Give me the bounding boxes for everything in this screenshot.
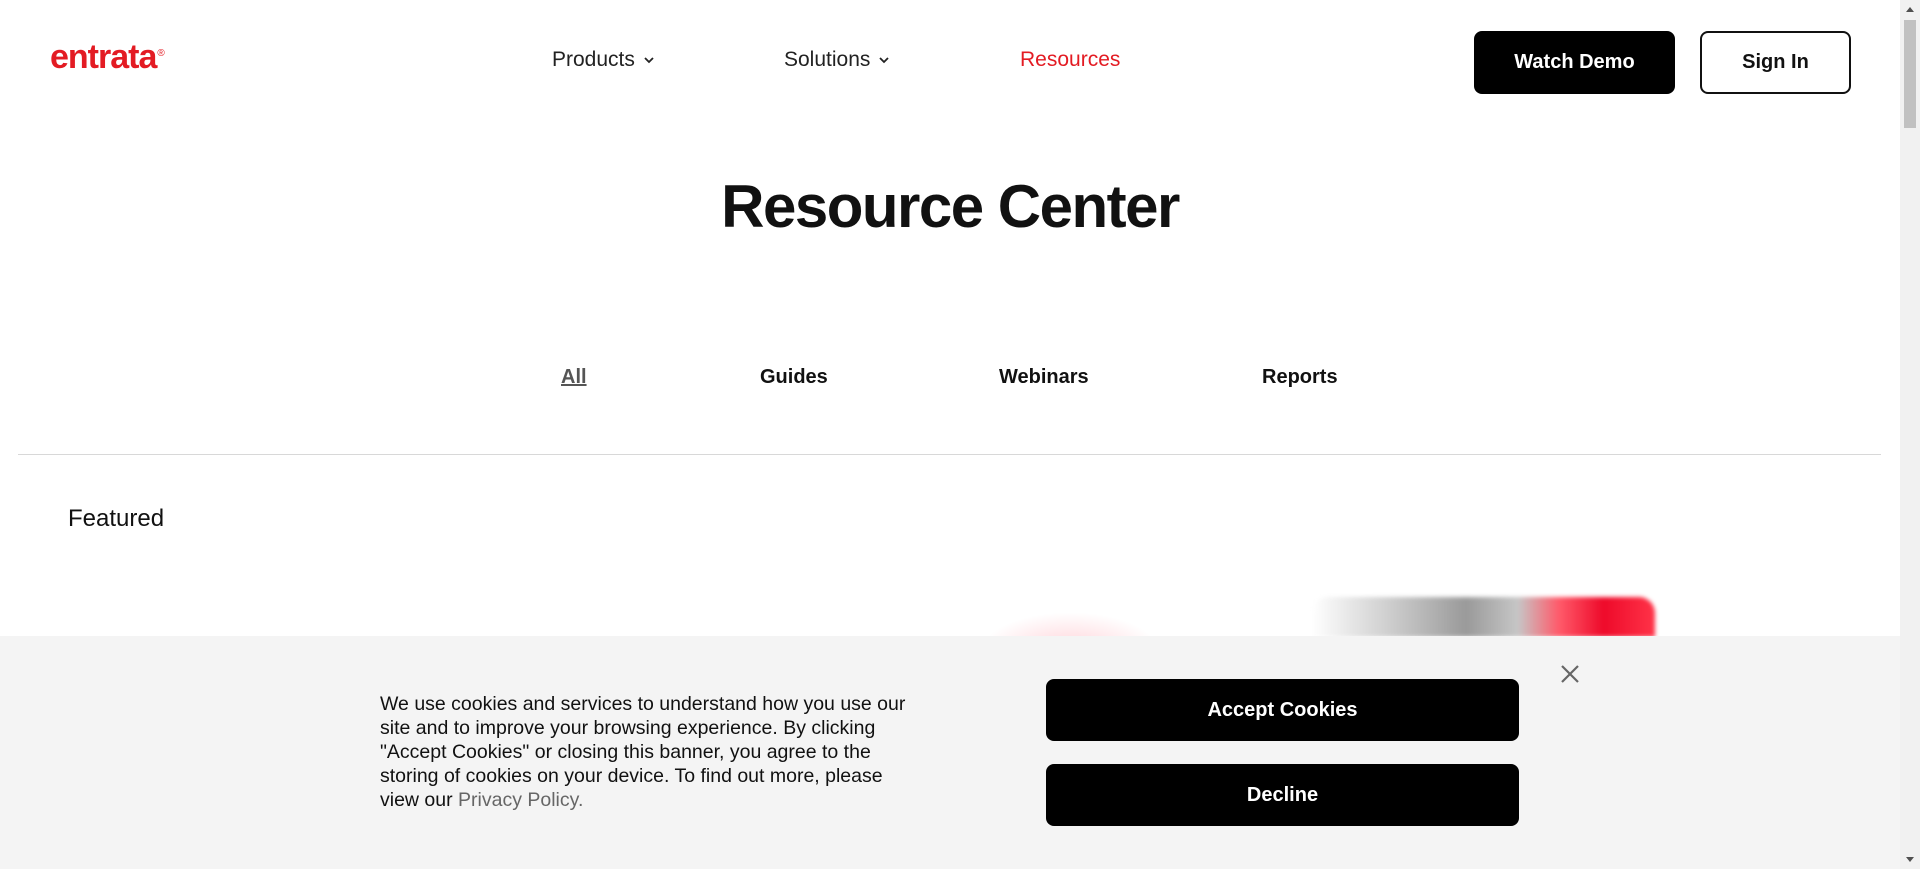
- sign-in-button[interactable]: Sign In: [1700, 31, 1851, 94]
- nav-resources-label: Resources: [1020, 48, 1121, 71]
- featured-card-image[interactable]: [1312, 597, 1655, 637]
- entrata-logo[interactable]: entrata®: [50, 38, 165, 77]
- nav-solutions-label: Solutions: [784, 48, 871, 71]
- logo-registered-mark: ®: [157, 47, 164, 59]
- watch-demo-button[interactable]: Watch Demo: [1474, 31, 1675, 94]
- site-header: entrata® Products Solutions Resources Wa…: [0, 0, 1900, 124]
- close-icon[interactable]: [1556, 660, 1584, 688]
- logo-text: entrata: [50, 38, 157, 76]
- cookie-message: We use cookies and services to understan…: [380, 692, 925, 812]
- tab-reports[interactable]: Reports: [1262, 366, 1338, 389]
- scrollbar-thumb[interactable]: [1904, 20, 1916, 128]
- chevron-down-icon: [644, 57, 654, 64]
- nav-products[interactable]: Products: [552, 48, 656, 72]
- scroll-up-arrow-icon[interactable]: [1900, 0, 1920, 18]
- tab-webinars[interactable]: Webinars: [999, 366, 1089, 389]
- privacy-policy-link[interactable]: Privacy Policy.: [458, 789, 583, 811]
- tab-all[interactable]: All: [561, 366, 587, 389]
- featured-heading: Featured: [68, 505, 165, 532]
- tab-guides[interactable]: Guides: [760, 366, 828, 389]
- vertical-scrollbar[interactable]: [1900, 0, 1920, 869]
- cookie-banner: We use cookies and services to understan…: [0, 636, 1900, 869]
- accept-cookies-button[interactable]: Accept Cookies: [1046, 679, 1519, 741]
- nav-resources[interactable]: Resources: [1020, 48, 1120, 72]
- page-title: Resource Center: [721, 173, 1180, 240]
- nav-products-label: Products: [552, 48, 635, 71]
- resource-filter-tabs: All Guides Webinars Reports: [0, 366, 1900, 396]
- scroll-down-arrow-icon[interactable]: [1900, 851, 1920, 869]
- chevron-down-icon: [879, 57, 890, 64]
- nav-solutions[interactable]: Solutions: [784, 48, 891, 72]
- decline-cookies-button[interactable]: Decline: [1046, 764, 1519, 826]
- section-divider: [18, 454, 1881, 455]
